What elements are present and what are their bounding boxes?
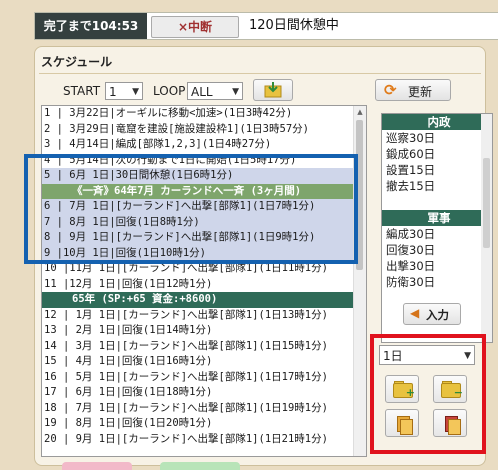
loop-label: LOOP [153,84,186,98]
schedule-row[interactable]: 2 | 3月29日|竜窟を建設[施設建設枠1](1日3時57分) [42,122,354,138]
action-item[interactable]: 設置15日 [382,162,492,178]
load-button[interactable] [253,79,293,101]
action-item[interactable]: 回復30日 [382,242,492,258]
action-list-scroll-thumb[interactable] [483,158,490,248]
input-button-label: 入力 [426,308,449,322]
loop-select-value: ALL [191,85,213,99]
loop-select[interactable]: ALL ▼ [187,82,243,100]
bottom-tab-green[interactable] [160,462,240,470]
chevron-down-icon: ▼ [132,87,139,97]
action-item[interactable] [382,194,492,210]
highlight-box-blue [24,154,358,264]
input-button[interactable]: ◀ 入力 [403,303,461,325]
start-select[interactable]: 1 ▼ [105,82,143,100]
schedule-row[interactable]: 20 | 9月 1日|[カーランド]へ出撃[部隊1](1日21時1分) [42,432,354,448]
folder-load-icon [264,82,282,98]
bottom-tab-pink[interactable] [62,462,132,470]
schedule-row[interactable]: 14 | 3月 1日|[カーランド]へ出撃[部隊1](1日15時1分) [42,339,354,355]
panel-title: スケジュール [41,55,113,69]
scroll-up-icon[interactable]: ▲ [354,106,366,118]
refresh-label: 更新 [408,85,433,99]
schedule-row[interactable]: 3 | 4月14日|編成[部隊1,2,3](1日4時27分) [42,137,354,153]
refresh-button[interactable]: ⟳ 更新 [375,79,451,101]
action-item[interactable]: 編成30日 [382,226,492,242]
action-list-scrollbar[interactable] [481,114,492,342]
schedule-row[interactable]: 1 | 3月22日|オーギルに移動<加速>(1日3時42分) [42,106,354,122]
status-text: 120日間休憩中 [249,18,339,33]
schedule-row[interactable]: 18 | 7月 1日|[カーランド]へ出撃[部隊1](1日19時1分) [42,401,354,417]
action-item[interactable]: 巡察30日 [382,130,492,146]
start-select-value: 1 [109,85,117,99]
action-item[interactable]: 撤去15日 [382,178,492,194]
action-category: 軍事 [382,210,492,226]
schedule-row[interactable]: 11 |12月 1日|回復(1日12時1分) [42,277,354,293]
status-bar: 完了まで104:53 ×中断 120日間休憩中 [34,12,498,40]
schedule-row[interactable]: 13 | 2月 1日|回復(1日14時1分) [42,323,354,339]
highlight-box-red [370,334,486,454]
schedule-row[interactable]: 16 | 5月 1日|[カーランド]へ出撃[部隊1](1日17時1分) [42,370,354,386]
stop-button[interactable]: ×中断 [151,16,239,38]
schedule-row[interactable]: 15 | 4月 1日|回復(1日16時1分) [42,354,354,370]
action-item[interactable]: 出撃30日 [382,258,492,274]
schedule-row[interactable]: 17 | 6月 1日|回復(1日18時1分) [42,385,354,401]
action-item[interactable]: 鍛成60日 [382,146,492,162]
schedule-group-header[interactable]: 65年 (SP:+65 資金:+8600) [42,292,354,308]
arrow-left-icon: ◀ [410,306,420,320]
action-items: 内政 巡察30日 鍛成60日 設置15日 撤去15日軍事 編成30日 回復30日 出撃30日防… [382,114,492,290]
schedule-row[interactable]: 19 | 8月 1日|回復(1日20時1分) [42,416,354,432]
schedule-row[interactable]: 12 | 1月 1日|[カーランド]へ出撃[部隊1](1日13時1分) [42,308,354,324]
chevron-down-icon: ▼ [232,87,239,97]
refresh-icon: ⟳ [384,81,397,99]
action-item[interactable]: 防衛30日 [382,274,492,290]
action-category: 内政 [382,114,492,130]
start-label: START [63,84,101,98]
timer-label: 完了まで104:53 [35,13,147,39]
panel-divider [39,73,481,74]
